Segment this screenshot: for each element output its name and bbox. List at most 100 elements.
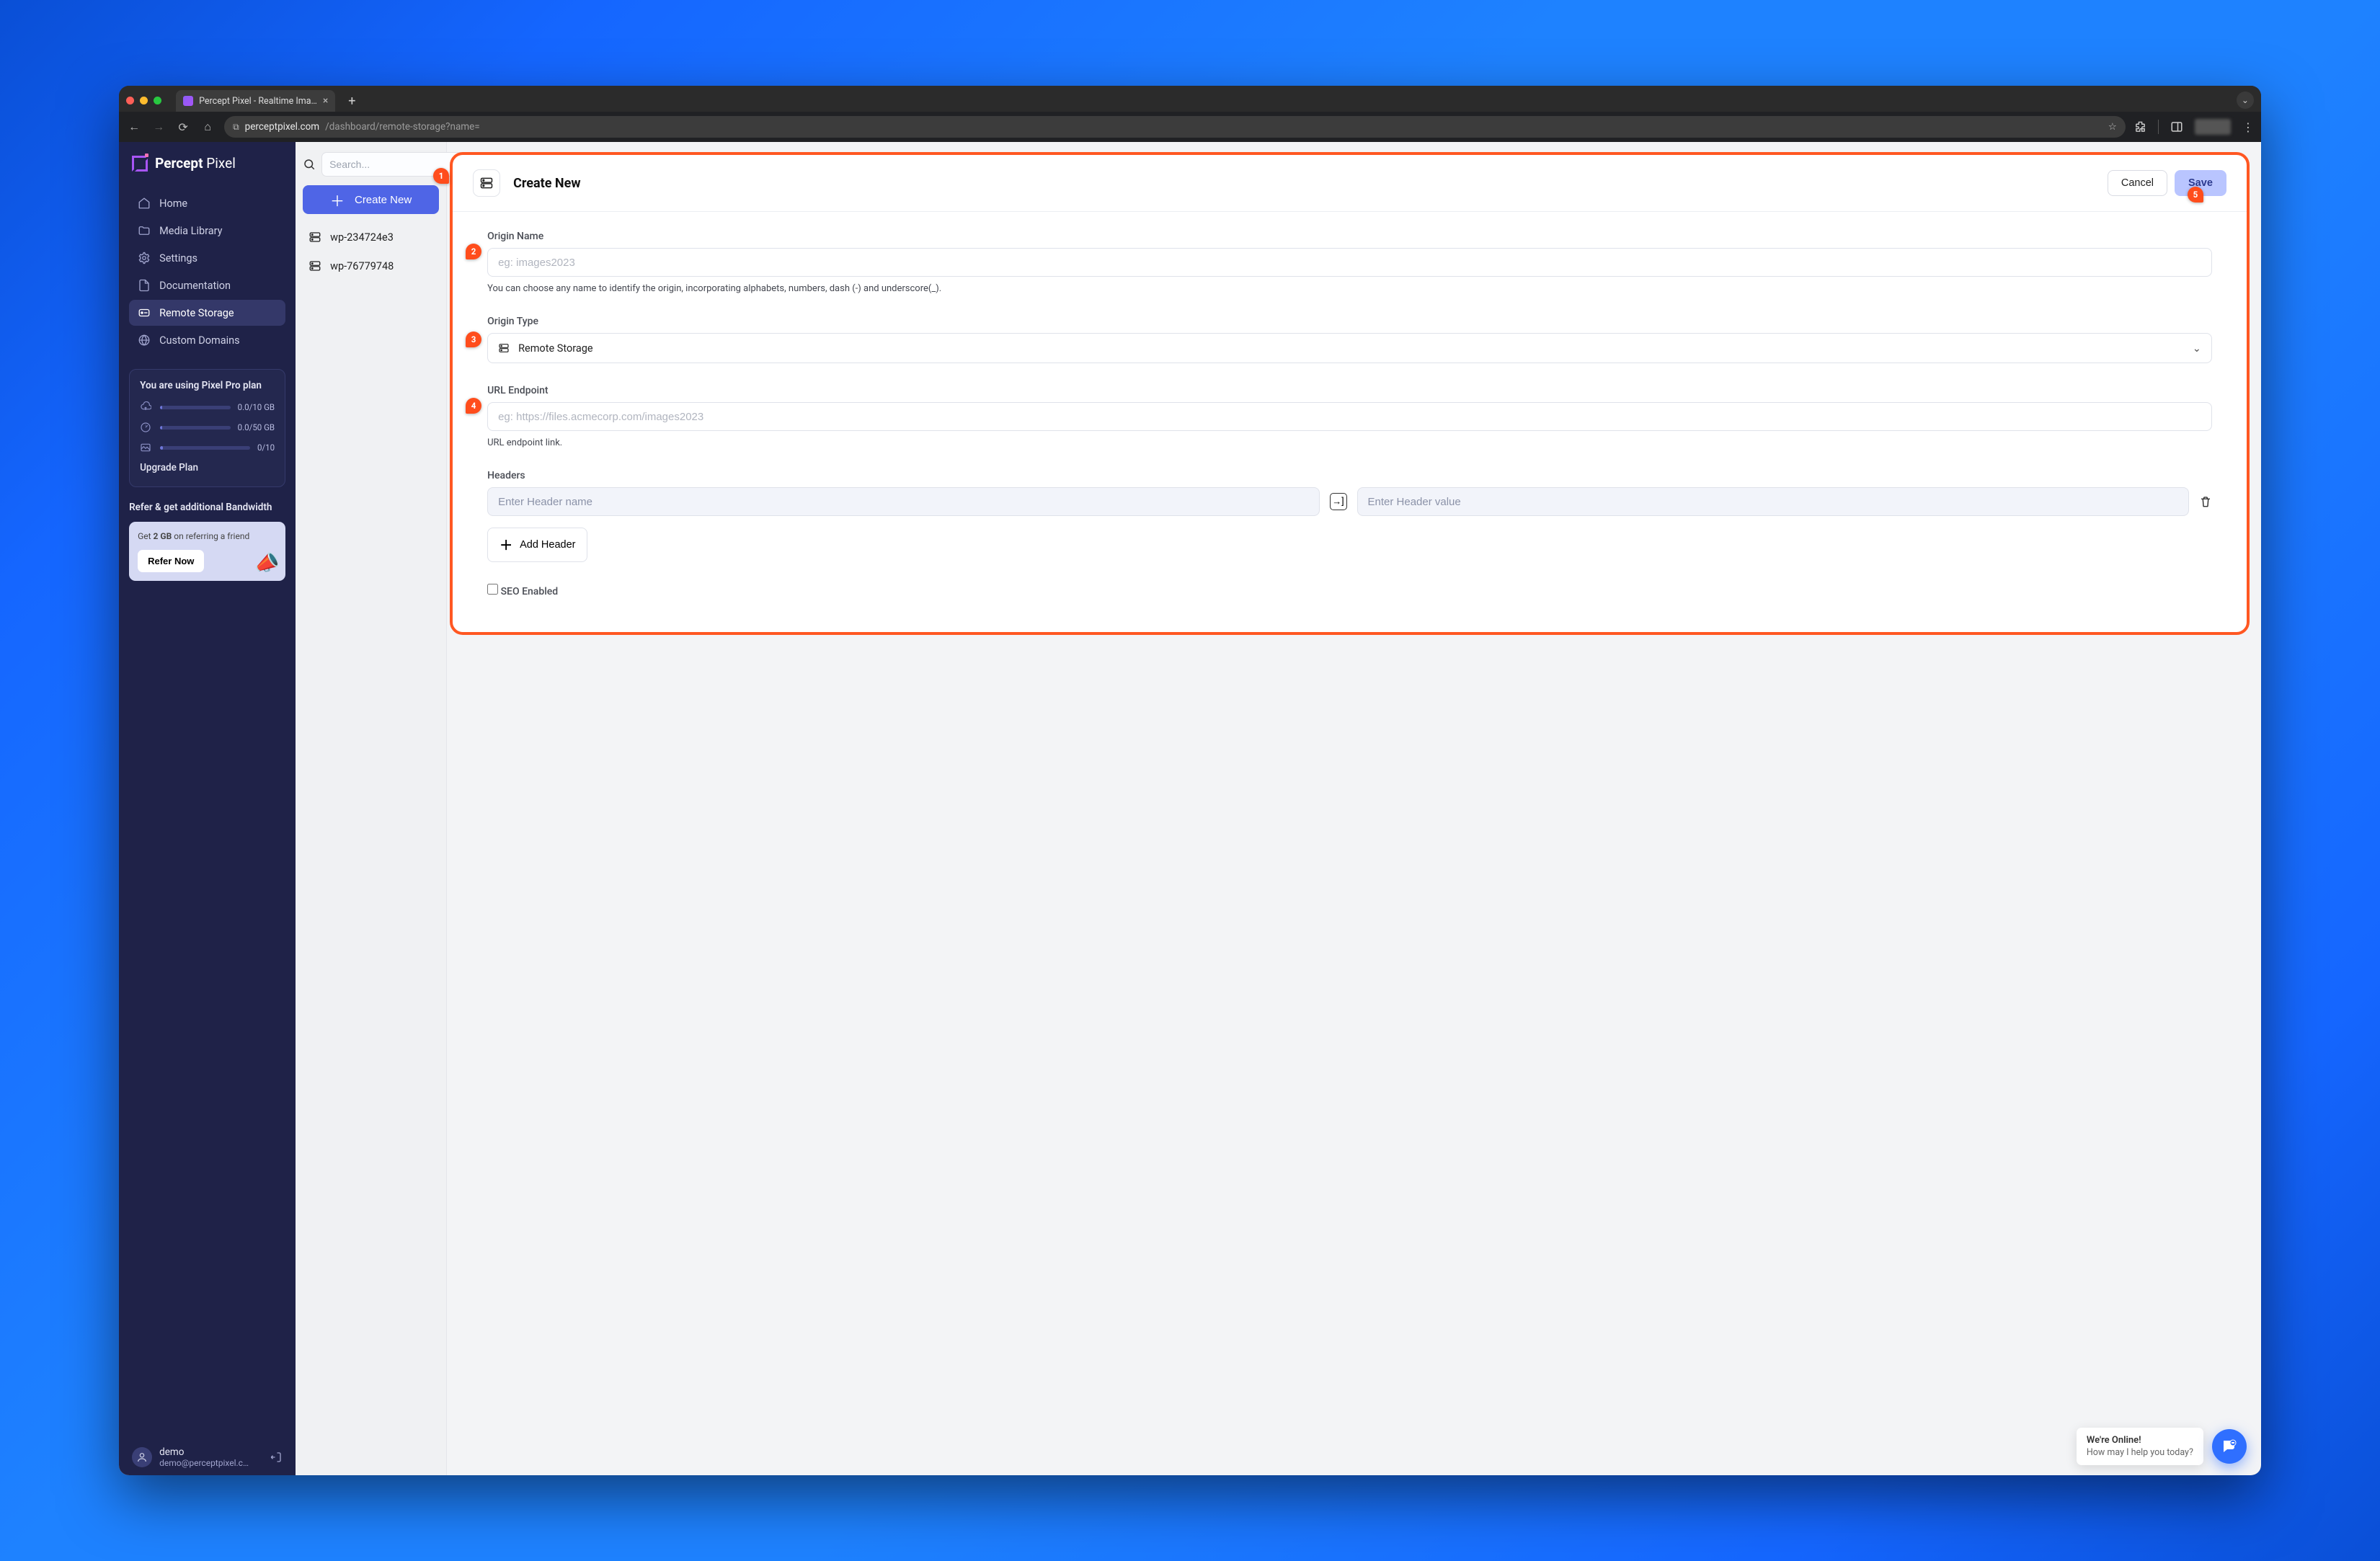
plan-usage-row: 0/10 bbox=[140, 442, 275, 453]
sidepanel-icon[interactable] bbox=[2170, 120, 2183, 133]
megaphone-icon: 📣 bbox=[253, 549, 282, 577]
tabs-dropdown-button[interactable]: ⌄ bbox=[2237, 92, 2254, 109]
chat-line2: How may I help you today? bbox=[2087, 1447, 2193, 1458]
usage-bar bbox=[160, 426, 231, 430]
brand-logo[interactable]: Percept Pixel bbox=[129, 155, 285, 172]
sidebar-item-home[interactable]: Home bbox=[129, 190, 285, 216]
plus-icon: ＋ bbox=[499, 535, 512, 554]
refer-now-button[interactable]: Refer Now bbox=[138, 550, 204, 572]
close-window-button[interactable] bbox=[126, 97, 134, 104]
annotation-callout-3: 3 bbox=[466, 332, 481, 347]
origin-type-select[interactable]: Remote Storage ⌄ bbox=[487, 333, 2212, 363]
field-hint: URL endpoint link. bbox=[487, 437, 2212, 448]
sidebar-item-label: Media Library bbox=[159, 225, 222, 237]
extensions-icon[interactable] bbox=[2134, 121, 2146, 133]
origin-name-input[interactable] bbox=[487, 248, 2212, 277]
address-bar[interactable]: ⧉ perceptpixel.com/dashboard/remote-stor… bbox=[224, 116, 2126, 138]
refer-card: Refer & get additional Bandwidth Get 2 G… bbox=[129, 502, 285, 581]
create-new-button[interactable]: ＋ Create New bbox=[303, 185, 439, 214]
avatar[interactable] bbox=[132, 1447, 152, 1467]
sidebar-item-remote-storage[interactable]: Remote Storage bbox=[129, 300, 285, 326]
server-icon bbox=[498, 342, 510, 354]
usage-bar bbox=[160, 446, 250, 450]
refer-heading: Refer & get additional Bandwidth bbox=[129, 502, 285, 513]
profile-badge[interactable] bbox=[2195, 119, 2231, 135]
gauge-icon bbox=[140, 422, 153, 433]
user-name: demo bbox=[159, 1446, 262, 1458]
minimize-window-button[interactable] bbox=[140, 97, 148, 104]
refer-box: Get 2 GB on referring a friend Refer Now… bbox=[129, 522, 285, 581]
kebab-menu-icon[interactable]: ⋮ bbox=[2242, 120, 2254, 134]
document-icon bbox=[138, 279, 151, 292]
site-info-icon[interactable]: ⧉ bbox=[233, 122, 239, 133]
close-tab-icon[interactable]: × bbox=[323, 95, 328, 107]
toolbar: ← → ⟳ ⌂ ⧉ perceptpixel.com/dashboard/rem… bbox=[119, 112, 2261, 142]
delete-header-button[interactable] bbox=[2199, 495, 2212, 508]
logout-button[interactable] bbox=[270, 1451, 283, 1464]
annotation-callout-5: 5 bbox=[2188, 187, 2203, 203]
field-headers: Headers →] ＋ Add Header bbox=[487, 470, 2212, 562]
back-button[interactable]: ← bbox=[126, 120, 142, 134]
cancel-button[interactable]: Cancel bbox=[2108, 170, 2167, 196]
sidebar-item-settings[interactable]: Settings bbox=[129, 245, 285, 271]
sidebar-item-media-library[interactable]: Media Library bbox=[129, 218, 285, 244]
seo-enabled-checkbox[interactable]: SEO Enabled bbox=[487, 584, 2212, 597]
seo-checkbox-input[interactable] bbox=[487, 584, 498, 595]
user-email: demo@perceptpixel.c… bbox=[159, 1458, 262, 1468]
server-icon bbox=[473, 169, 500, 197]
chat-widget: We're Online! How may I help you today? bbox=[2077, 1428, 2247, 1465]
field-label: Origin Name bbox=[487, 231, 2212, 242]
usage-value: 0.0/10 GB bbox=[238, 402, 275, 412]
chat-launcher-button[interactable] bbox=[2212, 1429, 2247, 1464]
plan-usage-row: 0.0/10 GB bbox=[140, 401, 275, 413]
usage-value: 0/10 bbox=[257, 442, 275, 453]
maximize-window-button[interactable] bbox=[154, 97, 161, 104]
plan-usage-row: 0.0/50 GB bbox=[140, 422, 275, 433]
forward-button[interactable]: → bbox=[151, 120, 166, 134]
home-button[interactable]: ⌂ bbox=[200, 120, 216, 134]
field-origin-type: 3 Origin Type Remote Storage ⌄ bbox=[487, 316, 2212, 363]
chat-bubble[interactable]: We're Online! How may I help you today? bbox=[2077, 1428, 2203, 1465]
header-row: →] bbox=[487, 487, 2212, 516]
add-header-label: Add Header bbox=[520, 539, 575, 551]
usage-bar bbox=[160, 406, 231, 409]
user-row: demo demo@perceptpixel.c… bbox=[129, 1439, 285, 1468]
sidebar-item-documentation[interactable]: Documentation bbox=[129, 272, 285, 298]
window-controls bbox=[126, 97, 161, 104]
tab-title: Percept Pixel - Realtime Ima… bbox=[199, 96, 317, 107]
sidebar-nav: Home Media Library Settings Documentatio… bbox=[129, 190, 285, 353]
sidebar-item-label: Settings bbox=[159, 252, 197, 264]
app-viewport: Percept Pixel Home Media Library Setting… bbox=[119, 142, 2261, 1475]
plan-card: You are using Pixel Pro plan 0.0/10 GB 0… bbox=[129, 369, 285, 487]
url-endpoint-input[interactable] bbox=[487, 402, 2212, 431]
url-host: perceptpixel.com bbox=[245, 121, 319, 133]
header-value-input[interactable] bbox=[1357, 487, 2189, 516]
logo-mark-icon bbox=[132, 156, 148, 172]
image-icon bbox=[140, 442, 153, 453]
sidebar: Percept Pixel Home Media Library Setting… bbox=[119, 142, 296, 1475]
folder-icon bbox=[138, 224, 151, 237]
storage-item[interactable]: wp-234724e3 bbox=[303, 223, 439, 252]
field-label: URL Endpoint bbox=[487, 385, 2212, 396]
annotation-callout-2: 2 bbox=[466, 244, 481, 259]
panel-title: Create New bbox=[513, 176, 580, 191]
storage-list-column: 1 ＋ Create New wp-234724e3 wp-76779748 bbox=[296, 142, 447, 1475]
sidebar-item-label: Remote Storage bbox=[159, 307, 234, 319]
new-tab-button[interactable]: + bbox=[342, 92, 361, 110]
sidebar-item-label: Documentation bbox=[159, 280, 231, 292]
plan-heading: You are using Pixel Pro plan bbox=[140, 380, 275, 391]
sidebar-item-custom-domains[interactable]: Custom Domains bbox=[129, 327, 285, 353]
annotation-callout-1: 1 bbox=[433, 168, 449, 184]
add-header-button[interactable]: ＋ Add Header bbox=[487, 528, 587, 562]
reload-button[interactable]: ⟳ bbox=[175, 120, 191, 134]
storage-item[interactable]: wp-76779748 bbox=[303, 252, 439, 280]
bookmark-icon[interactable]: ☆ bbox=[2108, 121, 2117, 133]
search-icon bbox=[303, 158, 316, 171]
chat-line1: We're Online! bbox=[2087, 1435, 2193, 1446]
server-icon bbox=[308, 231, 321, 244]
browser-tab[interactable]: Percept Pixel - Realtime Ima… × bbox=[176, 90, 335, 112]
upload-icon bbox=[140, 401, 153, 413]
header-name-input[interactable] bbox=[487, 487, 1319, 516]
upgrade-plan-link[interactable]: Upgrade Plan bbox=[140, 462, 275, 473]
storage-item-label: wp-234724e3 bbox=[330, 231, 394, 244]
